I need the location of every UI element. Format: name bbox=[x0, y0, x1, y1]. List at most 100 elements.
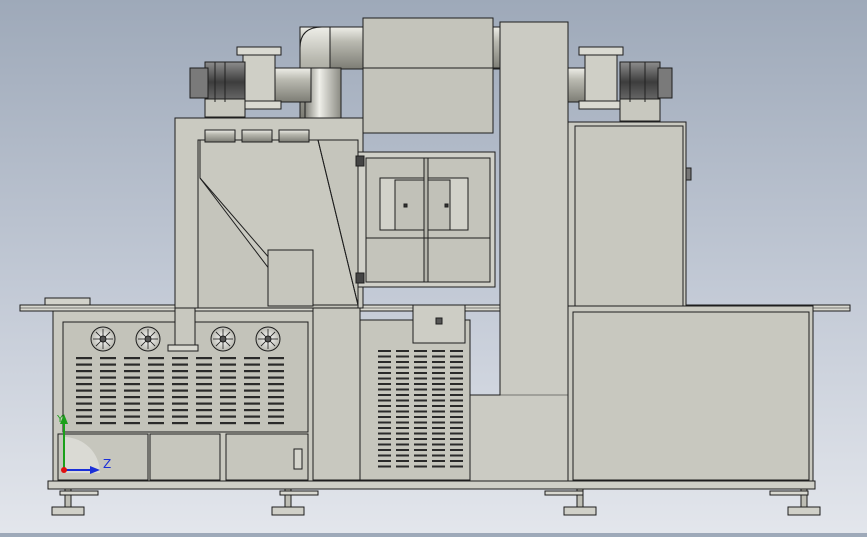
right-cabinet bbox=[567, 121, 814, 485]
louvre-slot bbox=[414, 388, 427, 391]
louvre-slot bbox=[268, 396, 284, 399]
louvre-slot bbox=[432, 454, 445, 457]
louvre-slot bbox=[100, 409, 116, 412]
louvre-slot bbox=[396, 372, 409, 374]
louvre-slot bbox=[244, 370, 260, 373]
louvre-slot bbox=[172, 402, 188, 405]
louvre-slot bbox=[450, 421, 463, 424]
louvre-slot bbox=[396, 355, 409, 358]
louvre-slot bbox=[378, 421, 391, 424]
louvre-slot bbox=[432, 432, 445, 435]
louvre-slot bbox=[220, 370, 236, 373]
louvre-slot bbox=[414, 421, 427, 424]
louvre-slot bbox=[432, 394, 445, 396]
triad-origin bbox=[61, 467, 67, 473]
louvre-slot bbox=[378, 438, 391, 440]
louvre-slot bbox=[450, 438, 463, 440]
louvre-slot bbox=[432, 449, 445, 451]
upper-left-cabinet bbox=[174, 117, 364, 309]
louvre-slot bbox=[432, 366, 445, 369]
louvre-slot bbox=[124, 402, 140, 405]
louvre-slot bbox=[124, 409, 140, 412]
louvre-slot bbox=[100, 370, 116, 373]
louvre-slot bbox=[432, 410, 445, 413]
louvre-slot bbox=[148, 396, 164, 399]
louvre-slot bbox=[396, 394, 409, 396]
louvre-slot bbox=[148, 357, 164, 360]
middle-lower-cabinet bbox=[312, 304, 471, 481]
louvre-slot bbox=[172, 357, 188, 360]
louvre-slot bbox=[414, 438, 427, 440]
z-axis-label: Z bbox=[103, 457, 111, 471]
louvre-slot bbox=[172, 376, 188, 379]
louvre-slot bbox=[450, 465, 463, 468]
louvre-slot bbox=[396, 443, 409, 446]
louvre-slot bbox=[432, 383, 445, 385]
louvre-slot bbox=[378, 460, 391, 462]
fan-hub bbox=[264, 335, 272, 343]
louvre-slot bbox=[432, 377, 445, 380]
louvre-slot bbox=[378, 361, 391, 363]
louvre-slot bbox=[378, 394, 391, 396]
louvre-slot bbox=[378, 449, 391, 451]
louvre-slot bbox=[414, 449, 427, 451]
louvre-slot bbox=[172, 409, 188, 412]
louvre-slot bbox=[244, 409, 260, 412]
louvre-slot bbox=[244, 415, 260, 418]
louvre-slot bbox=[76, 363, 92, 366]
louvre-slot bbox=[100, 415, 116, 418]
louvre-slot bbox=[172, 383, 188, 386]
top-outlets bbox=[204, 129, 310, 143]
louvre-slot bbox=[396, 377, 409, 380]
louvre-slot bbox=[450, 443, 463, 446]
louvre-slot bbox=[450, 377, 463, 380]
louvre-slot bbox=[76, 383, 92, 386]
louvre-slot bbox=[378, 427, 391, 429]
louvre-slot bbox=[450, 372, 463, 374]
louvre-slot bbox=[124, 422, 140, 425]
louvre-slot bbox=[100, 376, 116, 379]
louvre-slot bbox=[450, 350, 463, 352]
louvre-slot bbox=[378, 399, 391, 402]
louvre-slot bbox=[196, 402, 212, 405]
louvre-slot bbox=[396, 405, 409, 407]
louvre-slot bbox=[414, 460, 427, 462]
louvre-slot bbox=[124, 389, 140, 392]
louvre-slot bbox=[432, 438, 445, 440]
louvre-slot bbox=[76, 376, 92, 379]
louvre-slot bbox=[396, 432, 409, 435]
louvre-slot bbox=[148, 409, 164, 412]
fan-icon bbox=[135, 326, 161, 352]
louvre-slot bbox=[378, 454, 391, 457]
louvre-slot bbox=[76, 370, 92, 373]
louvre-slot bbox=[450, 416, 463, 418]
louvre-slot bbox=[268, 422, 284, 425]
louvre-slot bbox=[396, 416, 409, 418]
louvre-slot bbox=[450, 383, 463, 385]
louvre-slot bbox=[378, 383, 391, 385]
louvre-slot bbox=[196, 376, 212, 379]
louvre-slot bbox=[378, 377, 391, 380]
louvre-slot bbox=[172, 396, 188, 399]
louvre-slot bbox=[432, 465, 445, 468]
louvre-slot bbox=[396, 410, 409, 413]
louvre-slot bbox=[396, 427, 409, 429]
louvre-slot bbox=[124, 357, 140, 360]
louvre-slot bbox=[100, 396, 116, 399]
louvre-slot bbox=[450, 449, 463, 451]
inspection-window bbox=[355, 151, 496, 288]
louvre-slot bbox=[268, 415, 284, 418]
cad-graphics-viewport[interactable]: Y Z bbox=[0, 0, 867, 533]
louvre-slot bbox=[148, 383, 164, 386]
louvre-slot bbox=[220, 409, 236, 412]
louvre-slot bbox=[432, 416, 445, 418]
louvre-slot bbox=[432, 388, 445, 391]
louvre-slot bbox=[196, 389, 212, 392]
louvre-slot bbox=[432, 460, 445, 462]
louvre-slot bbox=[196, 370, 212, 373]
louvre-slot bbox=[244, 363, 260, 366]
louvre-slot bbox=[268, 409, 284, 412]
louvre-slot bbox=[244, 357, 260, 360]
louvre-slot bbox=[414, 427, 427, 429]
louvre-slot bbox=[396, 465, 409, 468]
